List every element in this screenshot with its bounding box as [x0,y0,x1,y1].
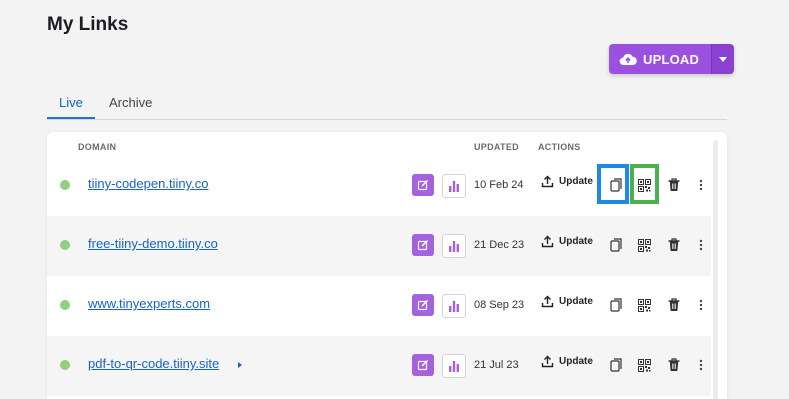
more-vertical-icon [699,179,703,191]
domain-link[interactable]: pdf-to-qr-code.tiiny.site [88,356,219,371]
status-dot [60,300,70,310]
update-button[interactable]: Update [541,175,593,188]
copy-icon [609,178,622,192]
bar-chart-icon [449,181,459,192]
domain-link[interactable]: free-tiiny-demo.tiiny.co [88,236,218,251]
qr-code-button[interactable] [635,296,653,314]
column-header-actions: ACTIONS [538,142,581,152]
upload-dropdown-button[interactable] [711,44,735,74]
tab-live[interactable]: Live [59,95,83,110]
edit-button[interactable] [412,174,434,196]
delete-button[interactable] [665,176,683,194]
analytics-button[interactable] [442,234,466,258]
links-table: DOMAIN UPDATED ACTIONS tiiny-codepen.tii… [47,132,727,399]
copy-icon [609,238,622,252]
copy-icon [609,358,622,372]
update-label: Update [559,356,593,367]
column-header-updated: UPDATED [474,142,519,152]
bar-chart-icon [449,241,459,252]
qr-code-icon [637,298,651,312]
updated-date: 10 Feb 24 [474,179,524,191]
caret-down-icon [719,56,728,62]
delete-button[interactable] [665,356,683,374]
cloud-upload-icon [619,53,637,66]
qr-code-button[interactable] [635,356,653,374]
table-row: tiiny-codepen.tiiny.co 10 Feb 24 Update [47,156,711,216]
column-header-domain: DOMAIN [78,142,117,152]
edit-button[interactable] [412,234,434,256]
edit-button[interactable] [412,354,434,376]
trash-icon [668,298,680,311]
page-title: My Links [47,14,129,35]
more-options-button[interactable] [695,176,707,194]
upload-arrow-icon [541,295,554,308]
analytics-button[interactable] [442,174,466,198]
update-label: Update [559,296,593,307]
more-vertical-icon [699,299,703,311]
upload-label: UPLOAD [643,51,700,67]
upload-arrow-icon [541,235,554,248]
qr-code-icon [637,358,651,372]
update-button[interactable]: Update [541,295,593,308]
tab-bar: Live Archive [47,88,727,120]
more-options-button[interactable] [695,236,707,254]
status-dot [60,360,70,370]
qr-code-icon [637,178,651,192]
more-vertical-icon [699,359,703,371]
updated-date: 21 Jul 23 [474,359,519,371]
analytics-button[interactable] [442,354,466,378]
upload-arrow-icon [541,175,554,188]
update-label: Update [559,176,593,187]
update-label: Update [559,236,593,247]
delete-button[interactable] [665,236,683,254]
trash-icon [668,178,680,191]
delete-button[interactable] [665,296,683,314]
trash-icon [668,238,680,251]
edit-icon [417,179,429,191]
table-row: www.tinyexperts.com 08 Sep 23 Update [47,276,711,336]
edit-icon [417,299,429,311]
status-dot [60,240,70,250]
update-button[interactable]: Update [541,355,593,368]
upload-arrow-icon [541,355,554,368]
copy-link-button[interactable] [607,236,625,254]
upload-button[interactable]: UPLOAD [609,44,712,74]
bar-chart-icon [449,361,459,372]
tab-archive[interactable]: Archive [109,95,152,110]
upload-button-group: UPLOAD [609,44,735,74]
copy-link-button[interactable] [607,356,625,374]
qr-code-icon [637,238,651,252]
active-tab-indicator [47,117,95,119]
edit-icon [417,239,429,251]
scrollbar[interactable] [713,140,718,399]
table-row: free-tiiny-demo.tiiny.co 21 Dec 23 Updat… [47,216,711,276]
qr-code-button[interactable] [635,176,653,194]
trash-icon [668,358,680,371]
status-dot [60,180,70,190]
updated-date: 08 Sep 23 [474,299,525,311]
expand-arrow-icon[interactable] [238,362,242,368]
more-vertical-icon [699,239,703,251]
qr-code-button[interactable] [635,236,653,254]
update-button[interactable]: Update [541,235,593,248]
edit-icon [417,359,429,371]
more-options-button[interactable] [695,356,707,374]
bar-chart-icon [449,301,459,312]
more-options-button[interactable] [695,296,707,314]
domain-link[interactable]: tiiny-codepen.tiiny.co [88,176,208,191]
copy-icon [609,298,622,312]
table-row: pdf-to-qr-code.tiiny.site 21 Jul 23 Upda… [47,336,711,396]
copy-link-button[interactable] [607,296,625,314]
analytics-button[interactable] [442,294,466,318]
copy-link-button[interactable] [607,176,625,194]
domain-link[interactable]: www.tinyexperts.com [88,296,210,311]
edit-button[interactable] [412,294,434,316]
updated-date: 21 Dec 23 [474,239,525,251]
